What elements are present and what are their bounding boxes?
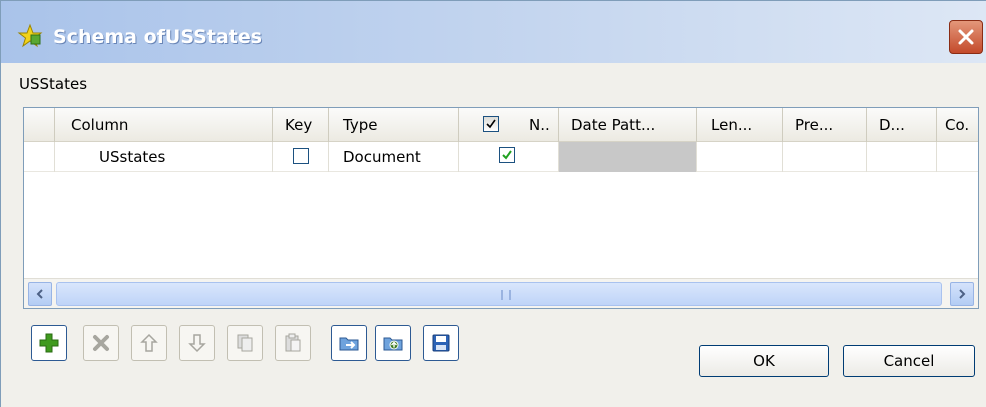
column-header-key[interactable]: Key	[272, 108, 328, 142]
cell-column-name[interactable]: USstates	[54, 142, 272, 172]
paste-button[interactable]	[275, 325, 311, 361]
cell-nullable[interactable]	[458, 142, 558, 172]
column-header-default[interactable]: D...	[866, 108, 936, 142]
arrow-up-icon	[140, 333, 158, 352]
checkmark-icon	[502, 150, 512, 160]
folder-export-icon	[383, 337, 403, 351]
floppy-disk-icon	[432, 334, 450, 352]
horizontal-scrollbar[interactable]	[24, 278, 978, 308]
folder-import-icon	[339, 337, 359, 351]
chevron-right-icon	[959, 289, 966, 299]
cell-length[interactable]	[696, 142, 782, 172]
arrow-down-icon	[188, 334, 206, 353]
scroll-left-button[interactable]	[28, 282, 52, 306]
scroll-grip-icon	[501, 290, 511, 300]
save-schema-button[interactable]	[423, 325, 459, 361]
cell-key[interactable]	[272, 142, 328, 172]
scroll-thumb[interactable]	[56, 282, 942, 306]
close-icon	[958, 29, 974, 45]
column-header-precision[interactable]: Pre...	[782, 108, 866, 142]
cell-default[interactable]	[866, 142, 936, 172]
table-header: Column Key Type N.. Date Patt... Len... …	[24, 108, 978, 142]
ok-button[interactable]: OK	[699, 345, 829, 377]
chevron-left-icon	[36, 289, 43, 299]
column-header-type[interactable]: Type	[328, 108, 458, 142]
export-schema-button[interactable]	[375, 325, 411, 361]
move-down-button[interactable]	[179, 325, 215, 361]
schema-icon	[17, 23, 43, 49]
delete-icon	[93, 335, 109, 351]
nullable-checkbox[interactable]	[499, 147, 515, 163]
scroll-right-button[interactable]	[950, 282, 974, 306]
table-row[interactable]: USstates Document	[24, 142, 978, 172]
column-header-column[interactable]: Column	[54, 108, 272, 142]
checkmark-icon	[486, 119, 496, 129]
key-checkbox[interactable]	[293, 148, 309, 164]
dialog-body: USStates Column Key Type N.. Date Patt..…	[1, 63, 986, 407]
close-button[interactable]	[949, 20, 983, 54]
plus-icon	[39, 333, 59, 353]
window-title: Schema ofUSStates	[53, 26, 263, 48]
row-header-corner	[24, 108, 54, 142]
cell-type[interactable]: Document	[328, 142, 458, 172]
column-header-date-pattern[interactable]: Date Patt...	[558, 108, 696, 142]
cancel-button[interactable]: Cancel	[843, 345, 975, 377]
schema-dialog: Schema ofUSStates USStates Column Key Ty…	[0, 0, 986, 407]
copy-button[interactable]	[227, 325, 263, 361]
remove-row-button[interactable]	[83, 325, 119, 361]
import-schema-button[interactable]	[331, 325, 367, 361]
title-bar[interactable]: Schema ofUSStates	[1, 1, 986, 63]
move-up-button[interactable]	[131, 325, 167, 361]
column-header-comment[interactable]: Co.	[936, 108, 978, 142]
nullable-all-checkbox[interactable]	[483, 116, 499, 132]
column-header-length[interactable]: Len...	[696, 108, 782, 142]
schema-toolbar	[31, 325, 551, 361]
add-row-button[interactable]	[31, 325, 67, 361]
cell-date-pattern	[558, 142, 696, 172]
column-header-nullable-label: N..	[529, 116, 550, 134]
schema-table: Column Key Type N.. Date Patt... Len... …	[23, 107, 979, 309]
cell-comment[interactable]	[936, 142, 978, 172]
cell-precision[interactable]	[782, 142, 866, 172]
copy-icon	[237, 334, 253, 352]
paste-icon	[285, 333, 301, 352]
row-header	[24, 142, 54, 172]
column-header-nullable[interactable]: N..	[458, 108, 558, 142]
group-label: USStates	[19, 75, 88, 93]
